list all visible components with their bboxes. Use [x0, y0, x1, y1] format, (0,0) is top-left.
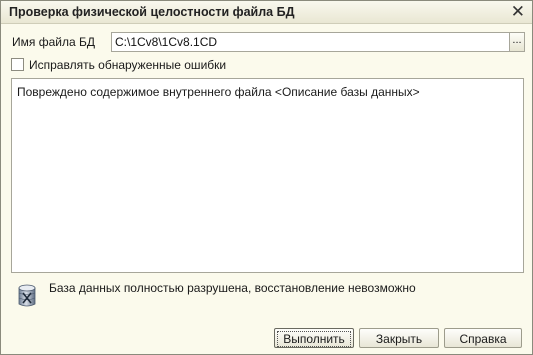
- database-cross-icon: [17, 284, 37, 311]
- db-file-label: Имя файла БД: [12, 35, 95, 49]
- fix-errors-label[interactable]: Исправлять обнаруженные ошибки: [29, 58, 226, 72]
- title-bar: Проверка физической целостности файла БД…: [1, 1, 532, 24]
- close-icon[interactable]: ✕: [511, 2, 525, 22]
- dialog-window: Проверка физической целостности файла БД…: [0, 0, 533, 355]
- close-button[interactable]: Закрыть: [359, 328, 439, 348]
- log-line: Повреждено содержимое внутреннего файла …: [17, 85, 420, 99]
- help-button[interactable]: Справка: [444, 328, 522, 348]
- fix-errors-checkbox[interactable]: [11, 58, 24, 71]
- run-button[interactable]: Выполнить: [274, 328, 354, 348]
- window-title: Проверка физической целостности файла БД: [9, 5, 295, 19]
- status-message: База данных полностью разрушена, восстан…: [49, 281, 416, 295]
- log-output[interactable]: Повреждено содержимое внутреннего файла …: [11, 78, 524, 273]
- browse-button[interactable]: ...: [509, 32, 525, 52]
- db-file-input[interactable]: [111, 32, 515, 52]
- run-button-label[interactable]: Выполнить: [277, 331, 351, 347]
